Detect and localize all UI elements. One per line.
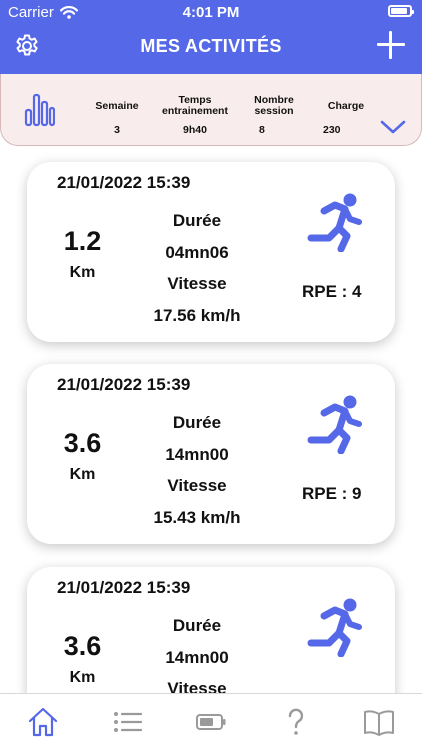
stat-label-line2: entrainement	[162, 105, 228, 117]
battery-icon[interactable]	[195, 706, 227, 738]
page-title: MES ACTIVITÉS	[140, 36, 282, 56]
activity-date: 21/01/2022 15:39	[57, 375, 191, 394]
stat-label: Semaine	[95, 100, 139, 112]
add-activity-plus-icon[interactable]	[377, 31, 405, 59]
duration-value: 14mn00	[165, 647, 229, 667]
stat-value: 230	[323, 124, 341, 136]
speed-value: 17.56 km/h	[153, 305, 241, 325]
activity-date: 21/01/2022 15:39	[57, 173, 191, 192]
rpe-value: RPE : 9	[302, 484, 362, 503]
distance-unit: Km	[69, 466, 96, 483]
stat-charge: Charge 230	[317, 95, 375, 137]
activity-list[interactable]: 21/01/2022 15:39 1.2 Km Durée 04mn06 Vit…	[0, 146, 422, 693]
list-icon[interactable]	[112, 706, 144, 738]
header: Carrier 4:01 PM MES ACTIVITÉS	[0, 0, 422, 74]
activity-distance: 1.2 Km	[55, 224, 110, 284]
speed-label: Vitesse	[167, 476, 227, 495]
activity-metrics: Durée 14mn00 Vitesse	[137, 615, 257, 693]
running-person-icon	[307, 395, 362, 454]
distance-unit: Km	[69, 264, 96, 281]
activity-card[interactable]: 21/01/2022 15:39 3.6 Km Durée 14mn00 Vit…	[27, 567, 395, 693]
chevron-down-icon[interactable]	[380, 119, 406, 135]
bottom-tab-bar	[0, 693, 422, 750]
speed-label: Vitesse	[167, 679, 227, 693]
bar-chart-icon[interactable]	[23, 93, 55, 127]
status-battery-icon	[388, 5, 414, 17]
running-person-icon	[307, 193, 362, 252]
help-icon[interactable]	[280, 706, 312, 738]
distance-value: 3.6	[63, 428, 102, 458]
status-bar: Carrier 4:01 PM	[0, 0, 422, 24]
duration-label: Durée	[172, 616, 222, 635]
speed-label: Vitesse	[167, 274, 227, 293]
weekly-summary-panel: Semaine 3 Temps entrainement 9h40 Nombre…	[0, 74, 422, 146]
stat-label-line2: session	[254, 105, 294, 117]
duration-label: Durée	[172, 211, 222, 230]
activity-date: 21/01/2022 15:39	[57, 578, 191, 597]
book-icon[interactable]	[363, 706, 395, 738]
stat-value: 3	[114, 124, 120, 136]
activity-distance: 3.6 Km	[55, 629, 110, 689]
stat-label: Charge	[327, 100, 365, 112]
activity-metrics: Durée 04mn06 Vitesse 17.56 km/h	[137, 210, 257, 336]
stat-value: 8	[259, 124, 265, 136]
distance-value: 3.6	[63, 631, 102, 661]
app-screen: Carrier 4:01 PM MES ACTIVITÉS Semaine 3 …	[0, 0, 422, 750]
distance-unit: Km	[69, 669, 96, 686]
rpe-value: RPE : 4	[302, 282, 362, 301]
duration-value: 04mn06	[165, 242, 229, 262]
activity-metrics: Durée 14mn00 Vitesse 15.43 km/h	[137, 412, 257, 538]
speed-value: 15.43 km/h	[153, 507, 241, 527]
title-bar: MES ACTIVITÉS	[0, 30, 422, 64]
distance-value: 1.2	[63, 226, 102, 256]
activity-card[interactable]: 21/01/2022 15:39 1.2 Km Durée 04mn06 Vit…	[27, 162, 395, 342]
stat-nombre-session: Nombre session 8	[243, 95, 305, 137]
activity-distance: 3.6 Km	[55, 426, 110, 486]
activity-card[interactable]: 21/01/2022 15:39 3.6 Km Durée 14mn00 Vit…	[27, 364, 395, 544]
stat-temps-entrainement: Temps entrainement 9h40	[155, 95, 235, 137]
running-person-icon	[307, 598, 362, 657]
duration-value: 14mn00	[165, 444, 229, 464]
home-icon[interactable]	[27, 706, 59, 738]
stat-semaine: Semaine 3	[89, 95, 145, 137]
stat-value: 9h40	[183, 124, 207, 136]
status-time: 4:01 PM	[182, 4, 240, 21]
duration-label: Durée	[172, 413, 222, 432]
